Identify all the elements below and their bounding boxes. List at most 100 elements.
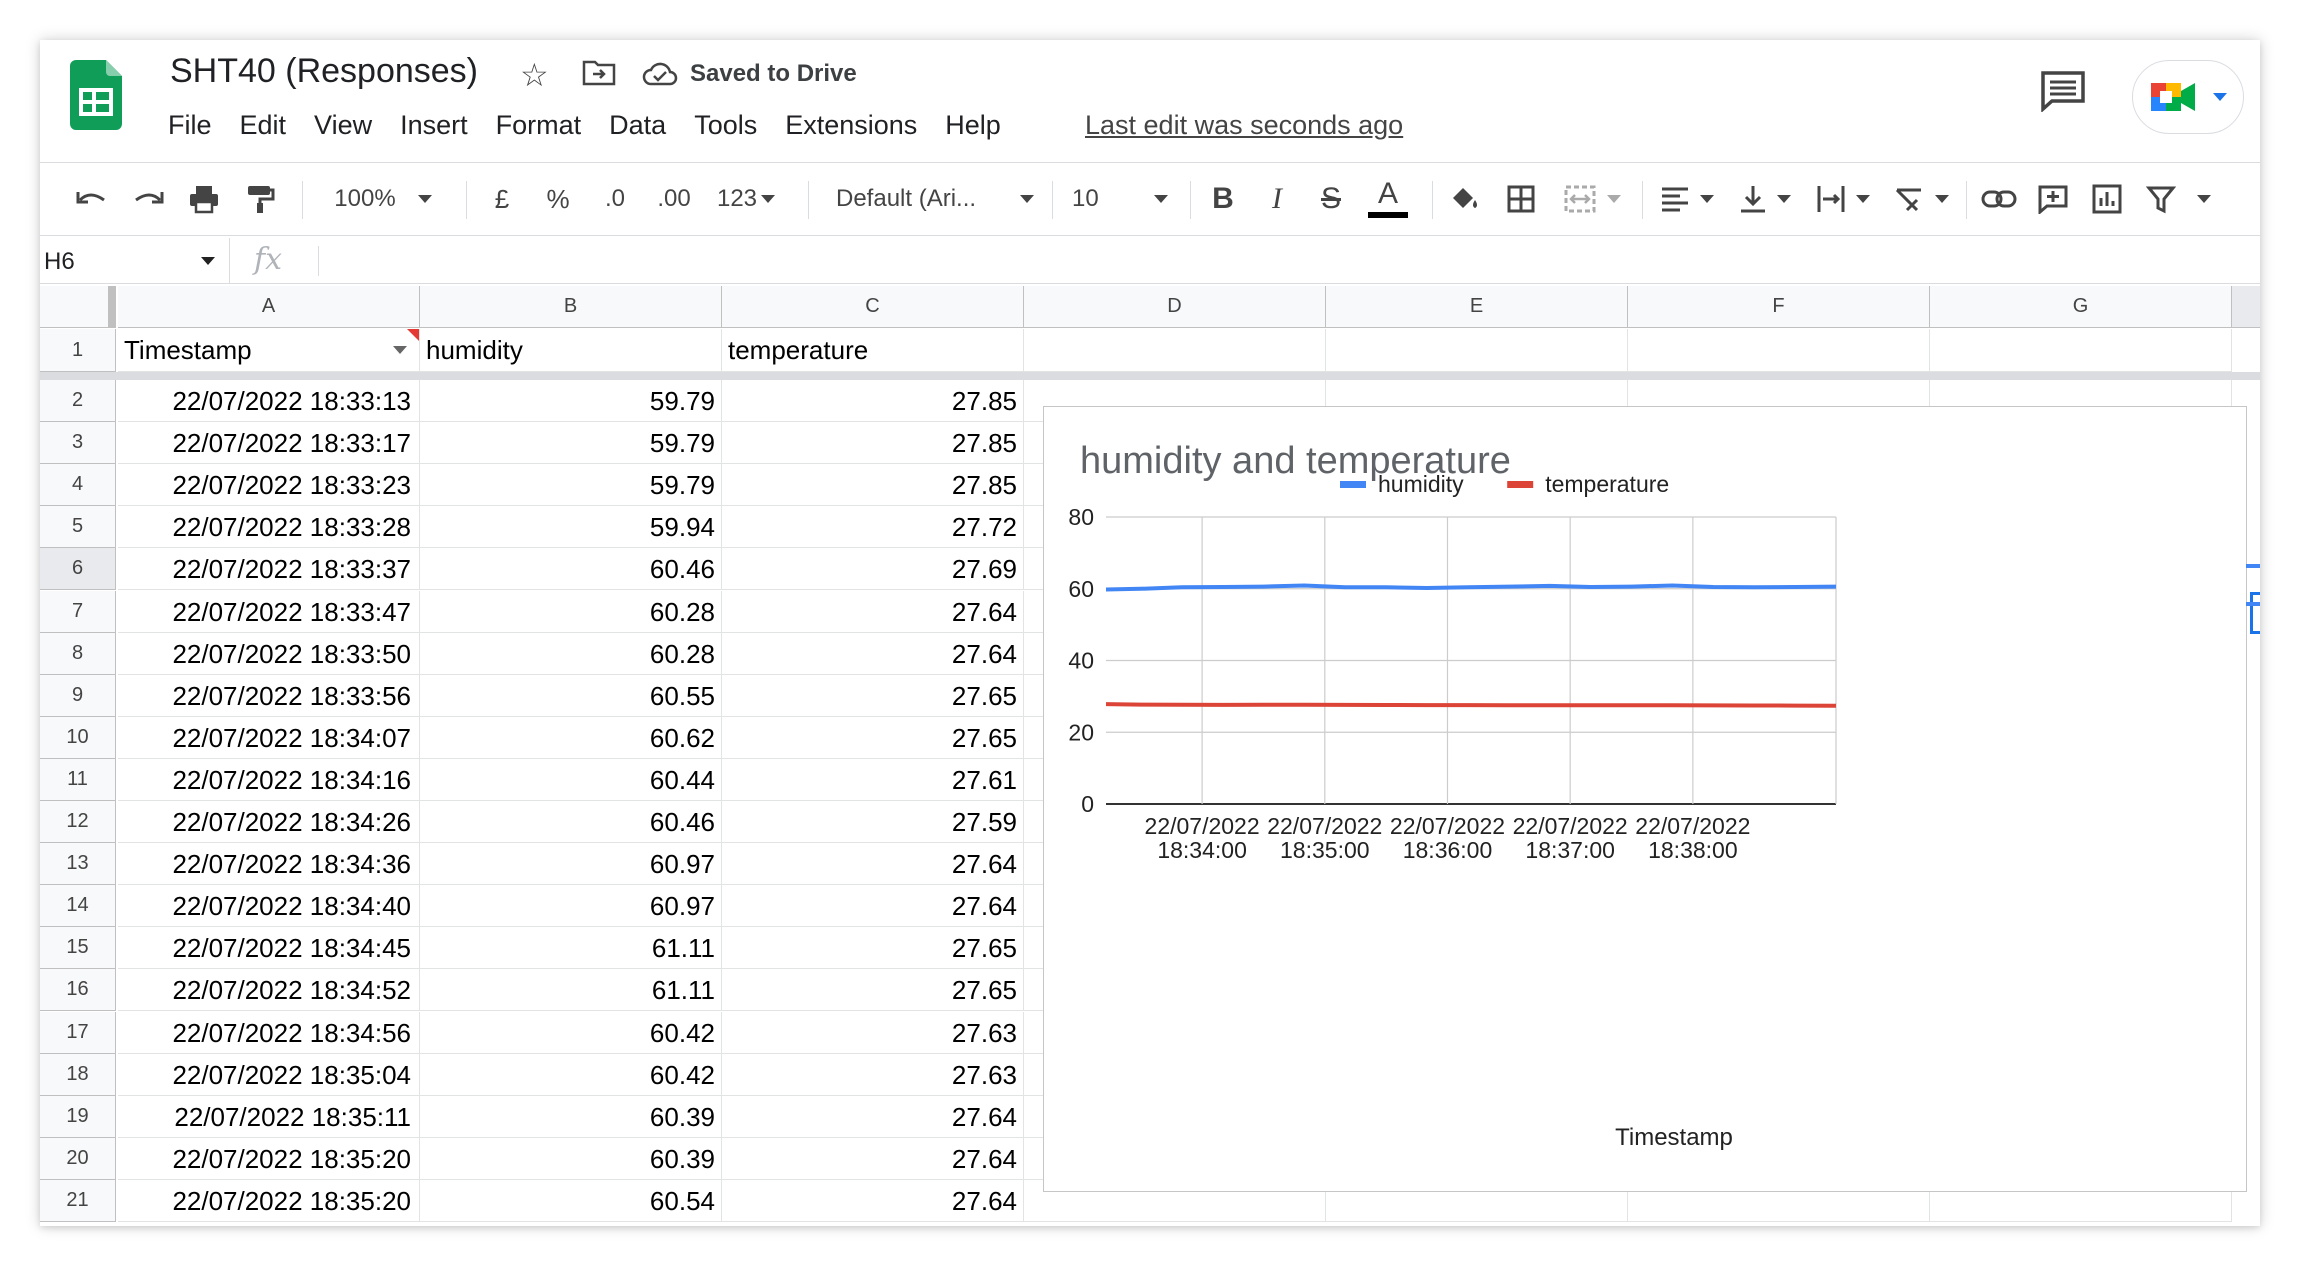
menu-data[interactable]: Data (595, 110, 680, 141)
humidity-cell[interactable]: 60.62 (420, 716, 722, 759)
temperature-cell[interactable]: 27.61 (722, 758, 1024, 801)
sheets-logo-icon[interactable] (70, 60, 122, 130)
humidity-cell[interactable]: 60.46 (420, 548, 722, 591)
row-header[interactable]: 17 (40, 1011, 116, 1054)
select-all-corner[interactable] (40, 286, 116, 328)
timestamp-cell[interactable]: 22/07/2022 18:34:16 (118, 758, 420, 801)
menu-view[interactable]: View (300, 110, 386, 141)
document-title[interactable]: SHT40 (Responses) (170, 52, 478, 91)
row-header[interactable]: 15 (40, 927, 116, 970)
header-cell-timestamp[interactable]: Timestamp (118, 329, 420, 372)
insert-link-icon[interactable] (1976, 163, 2022, 235)
insert-comment-icon[interactable] (2030, 163, 2076, 235)
row-header[interactable]: 5 (40, 506, 116, 549)
temperature-cell[interactable]: 27.65 (722, 969, 1024, 1012)
menu-insert[interactable]: Insert (386, 110, 482, 141)
timestamp-cell[interactable]: 22/07/2022 18:33:17 (118, 422, 420, 465)
empty-cell[interactable] (1930, 329, 2232, 372)
row-header[interactable]: 21 (40, 1179, 116, 1222)
column-header-h[interactable] (2232, 286, 2260, 328)
timestamp-cell[interactable]: 22/07/2022 18:33:37 (118, 548, 420, 591)
header-cell-humidity[interactable]: humidity (420, 329, 722, 372)
row-header[interactable]: 1 (40, 329, 116, 372)
humidity-cell[interactable]: 60.54 (420, 1179, 722, 1222)
temperature-cell[interactable]: 27.85 (722, 380, 1024, 423)
empty-cell[interactable] (1326, 329, 1628, 372)
temperature-cell[interactable]: 27.64 (722, 632, 1024, 675)
filter-icon[interactable] (2138, 163, 2184, 235)
row-header[interactable]: 9 (40, 674, 116, 717)
humidity-cell[interactable]: 59.94 (420, 506, 722, 549)
menu-format[interactable]: Format (482, 110, 596, 141)
timestamp-cell[interactable]: 22/07/2022 18:35:20 (118, 1137, 420, 1180)
menu-edit[interactable]: Edit (226, 110, 301, 141)
undo-icon[interactable] (70, 163, 114, 235)
cloud-saved-icon[interactable] (642, 60, 678, 91)
temperature-cell[interactable]: 27.65 (722, 927, 1024, 970)
temperature-cell[interactable]: 27.64 (722, 590, 1024, 633)
column-header-c[interactable]: C (722, 286, 1024, 328)
menu-tools[interactable]: Tools (680, 110, 771, 141)
text-wrapping-icon[interactable] (1808, 163, 1878, 235)
humidity-cell[interactable]: 60.42 (420, 1053, 722, 1096)
borders-icon[interactable] (1498, 163, 1544, 235)
timestamp-cell[interactable]: 22/07/2022 18:33:50 (118, 632, 420, 675)
vertical-align-icon[interactable] (1730, 163, 1800, 235)
timestamp-cell[interactable]: 22/07/2022 18:33:56 (118, 674, 420, 717)
star-icon[interactable]: ☆ (520, 56, 549, 94)
timestamp-cell[interactable]: 22/07/2022 18:35:20 (118, 1179, 420, 1222)
row-header[interactable]: 7 (40, 590, 116, 633)
timestamp-cell[interactable]: 22/07/2022 18:34:45 (118, 927, 420, 970)
print-icon[interactable] (182, 163, 226, 235)
menu-help[interactable]: Help (931, 110, 1015, 141)
row-header[interactable]: 19 (40, 1095, 116, 1138)
frozen-row-divider[interactable] (40, 372, 2260, 380)
humidity-cell[interactable]: 61.11 (420, 927, 722, 970)
humidity-cell[interactable]: 60.42 (420, 1011, 722, 1054)
humidity-cell[interactable]: 60.39 (420, 1095, 722, 1138)
timestamp-cell[interactable]: 22/07/2022 18:34:36 (118, 843, 420, 886)
humidity-cell[interactable]: 60.44 (420, 758, 722, 801)
timestamp-cell[interactable]: 22/07/2022 18:33:28 (118, 506, 420, 549)
timestamp-cell[interactable]: 22/07/2022 18:33:47 (118, 590, 420, 633)
last-edit-link[interactable]: Last edit was seconds ago (1085, 110, 1403, 141)
temperature-cell[interactable]: 27.65 (722, 674, 1024, 717)
comments-icon[interactable] (2040, 70, 2086, 117)
humidity-cell[interactable]: 60.97 (420, 885, 722, 928)
comment-indicator-icon[interactable] (407, 329, 419, 341)
temperature-cell[interactable]: 27.64 (722, 1095, 1024, 1138)
text-rotation-icon[interactable] (1886, 163, 1956, 235)
column-header-a[interactable]: A (118, 286, 420, 328)
meet-button[interactable] (2132, 60, 2244, 134)
move-to-folder-icon[interactable] (582, 58, 616, 91)
row-header[interactable]: 4 (40, 464, 116, 507)
humidity-cell[interactable]: 60.28 (420, 632, 722, 675)
empty-cell[interactable] (1024, 329, 1326, 372)
column-header-f[interactable]: F (1628, 286, 1930, 328)
timestamp-cell[interactable]: 22/07/2022 18:34:56 (118, 1011, 420, 1054)
strikethrough-button[interactable]: S (1308, 163, 1354, 235)
merge-cells-icon[interactable] (1552, 163, 1632, 235)
column-header-g[interactable]: G (1930, 286, 2232, 328)
humidity-cell[interactable]: 59.79 (420, 422, 722, 465)
temperature-cell[interactable]: 27.69 (722, 548, 1024, 591)
row-header[interactable]: 2 (40, 380, 116, 423)
timestamp-cell[interactable]: 22/07/2022 18:35:04 (118, 1053, 420, 1096)
humidity-cell[interactable]: 60.28 (420, 590, 722, 633)
name-box[interactable]: H6 (40, 238, 230, 284)
temperature-cell[interactable]: 27.64 (722, 843, 1024, 886)
filter-options-chevron[interactable] (2186, 163, 2222, 235)
row-header[interactable]: 16 (40, 969, 116, 1012)
decrease-decimal-button[interactable]: .0 (590, 163, 640, 235)
italic-button[interactable]: I (1254, 163, 1300, 235)
temperature-cell[interactable]: 27.63 (722, 1011, 1024, 1054)
font-size-select[interactable]: 10 (1060, 163, 1180, 235)
chart[interactable]: humidity and temperature humidity tempera… (1043, 406, 2247, 1192)
humidity-cell[interactable]: 60.39 (420, 1137, 722, 1180)
row-header[interactable]: 12 (40, 801, 116, 844)
column-header-d[interactable]: D (1024, 286, 1326, 328)
menu-file[interactable]: File (168, 110, 226, 141)
zoom-select[interactable]: 100% (318, 163, 448, 235)
timestamp-cell[interactable]: 22/07/2022 18:34:07 (118, 716, 420, 759)
temperature-cell[interactable]: 27.85 (722, 422, 1024, 465)
